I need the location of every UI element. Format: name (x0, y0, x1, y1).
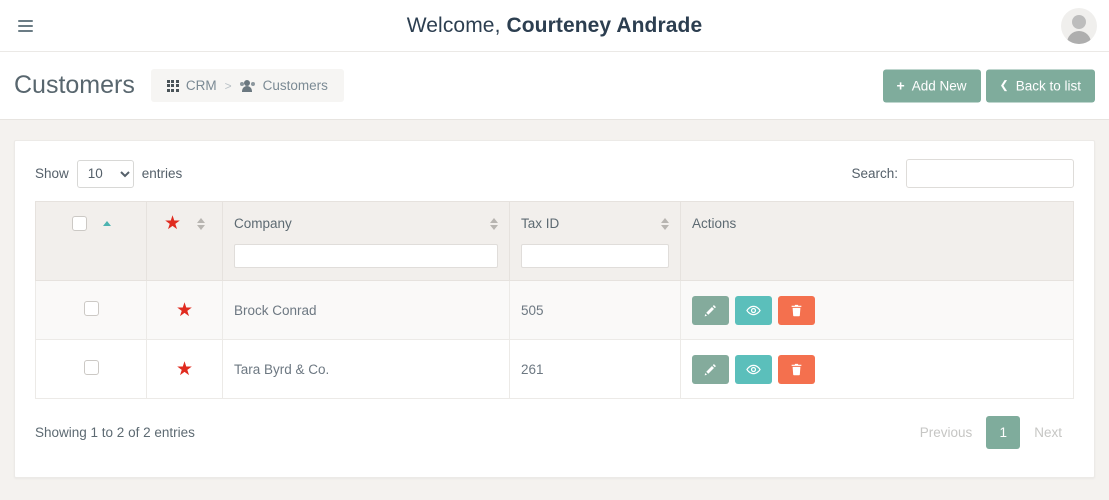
search-label: Search: (851, 166, 898, 181)
table-head: ★ Company Tax ID Actions (35, 201, 1074, 281)
row-actions-cell (680, 339, 1074, 399)
search-control: Search: (851, 159, 1074, 188)
column-label-taxid: Tax ID (521, 216, 560, 231)
table-info: Showing 1 to 2 of 2 entries (35, 425, 195, 440)
row-company: Brock Conrad (222, 280, 510, 340)
select-all-checkbox[interactable] (71, 216, 87, 231)
caret-up-icon (102, 221, 111, 226)
breadcrumb-item-crm[interactable]: CRM (166, 78, 217, 93)
delete-button[interactable] (778, 295, 815, 325)
entries-label: entries (141, 166, 183, 181)
welcome-message: Welcome, Courteney Andrade (0, 14, 1109, 38)
avatar[interactable] (1061, 8, 1097, 44)
sort-indicator-star[interactable] (197, 217, 206, 230)
caret-down-icon (661, 224, 669, 230)
table-controls: Show 10 25 50 100 entries Search: (35, 159, 1074, 188)
column-header-actions: Actions (680, 201, 1074, 281)
welcome-prefix: Welcome, (406, 13, 501, 37)
add-new-button[interactable]: + Add New (882, 69, 981, 102)
breadcrumb-label-crm: CRM (185, 78, 217, 93)
customers-card: Show 10 25 50 100 entries Search: (14, 140, 1095, 478)
breadcrumb-item-customers[interactable]: Customers (239, 78, 328, 93)
caret-down-icon (490, 224, 498, 230)
breadcrumb-label-customers: Customers (262, 78, 328, 93)
page-title: Customers (14, 71, 135, 99)
column-header-company[interactable]: Company (222, 201, 510, 281)
customers-table: ★ Company Tax ID Actions ★ Brock Conrad … (35, 201, 1074, 399)
trash-icon (791, 363, 802, 375)
view-button[interactable] (735, 354, 772, 384)
chevron-left-icon: ❮ (999, 79, 1009, 91)
page-length-control: Show 10 25 50 100 entries (35, 159, 183, 188)
add-new-label: Add New (911, 78, 967, 93)
page-header: Customers CRM > Customers + Add New ❮ Ba… (0, 52, 1109, 120)
grid-icon (166, 79, 179, 92)
pencil-icon (704, 363, 716, 375)
star-icon[interactable]: ★ (176, 300, 193, 321)
column-label-company: Company (234, 216, 292, 231)
search-input[interactable] (906, 159, 1074, 188)
edit-button[interactable] (692, 354, 729, 384)
hamburger-bar (17, 29, 33, 32)
sort-indicator-company[interactable] (490, 217, 498, 230)
pagination-previous[interactable]: Previous (908, 416, 985, 449)
eye-icon (746, 305, 761, 315)
table-header-row: ★ Company Tax ID Actions (35, 201, 1074, 281)
caret-up-icon (197, 217, 206, 223)
row-company: Tara Byrd & Co. (222, 339, 510, 399)
sort-indicator-taxid[interactable] (661, 217, 669, 230)
breadcrumb-separator: > (224, 78, 232, 93)
row-checkbox[interactable] (83, 301, 99, 316)
filter-input-company[interactable] (234, 244, 498, 268)
sort-indicator-select[interactable] (102, 221, 111, 226)
caret-up-icon (490, 217, 498, 223)
table-footer: Showing 1 to 2 of 2 entries Previous 1 N… (35, 416, 1074, 449)
column-label-actions: Actions (692, 216, 737, 231)
table-row[interactable]: ★ Brock Conrad 505 (35, 280, 1074, 340)
table-body: ★ Brock Conrad 505 ★ Tara Byrd & Co. 261 (35, 280, 1074, 399)
row-star-cell[interactable]: ★ (146, 280, 223, 340)
back-to-list-label: Back to list (1015, 78, 1081, 93)
delete-button[interactable] (778, 354, 815, 384)
edit-button[interactable] (692, 295, 729, 325)
column-header-star[interactable]: ★ (146, 201, 223, 281)
eye-icon (746, 364, 761, 374)
column-header-taxid[interactable]: Tax ID (509, 201, 681, 281)
star-icon: ★ (163, 213, 182, 234)
hamburger-bar (17, 24, 33, 27)
top-navbar: Welcome, Courteney Andrade (0, 0, 1109, 52)
pencil-icon (704, 304, 716, 316)
row-actions-cell (680, 280, 1074, 340)
back-to-list-button[interactable]: ❮ Back to list (985, 69, 1095, 102)
column-header-select[interactable] (35, 201, 147, 281)
row-select-cell (35, 280, 147, 340)
avatar-head (1072, 15, 1086, 29)
header-actions: + Add New ❮ Back to list (882, 69, 1095, 102)
filter-input-taxid[interactable] (521, 244, 669, 268)
hamburger-bar (17, 19, 33, 22)
row-star-cell[interactable]: ★ (146, 339, 223, 399)
people-icon (239, 79, 256, 92)
pagination-next[interactable]: Next (1022, 416, 1074, 449)
row-checkbox[interactable] (83, 360, 99, 375)
user-name: Courteney Andrade (506, 13, 703, 37)
breadcrumb: CRM > Customers (150, 69, 344, 102)
trash-icon (791, 304, 802, 316)
caret-down-icon (197, 224, 206, 230)
view-button[interactable] (735, 295, 772, 325)
table-row[interactable]: ★ Tara Byrd & Co. 261 (35, 339, 1074, 399)
pagination-page-1[interactable]: 1 (986, 416, 1021, 449)
row-taxid: 505 (509, 280, 681, 340)
page-length-select[interactable]: 10 25 50 100 (76, 159, 134, 188)
star-icon[interactable]: ★ (176, 359, 193, 380)
row-taxid: 261 (509, 339, 681, 399)
plus-icon: + (896, 77, 905, 94)
pagination: Previous 1 Next (908, 416, 1074, 449)
hamburger-icon[interactable] (10, 11, 40, 41)
avatar-body (1067, 31, 1091, 44)
caret-up-icon (661, 217, 669, 223)
row-select-cell (35, 339, 147, 399)
show-label: Show (35, 166, 69, 181)
